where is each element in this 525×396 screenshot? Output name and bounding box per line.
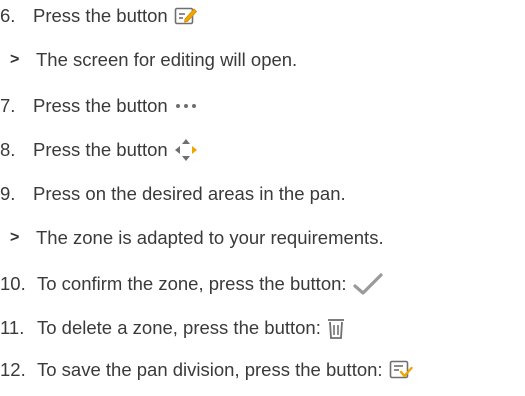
result-line: > The zone is adapted to your requiremen… — [0, 224, 384, 252]
save-division-icon — [389, 359, 413, 381]
checkmark-icon — [352, 273, 383, 295]
step-number: 11. — [0, 317, 25, 338]
step-number: 12. — [0, 359, 26, 380]
step-8: 8. Press the button — [0, 136, 198, 164]
step-12: 12. To save the pan division, press the … — [0, 356, 413, 384]
result-text: The zone is adapted to your requirements… — [36, 227, 384, 248]
step-10: 10. To confirm the zone, press the butto… — [0, 270, 383, 298]
step-text: Press the button — [33, 5, 168, 26]
step-9: 9. Press on the desired areas in the pan… — [0, 180, 346, 208]
result-marker: > — [10, 229, 20, 246]
more-dots-icon — [174, 101, 198, 111]
edit-icon — [174, 5, 198, 27]
step-text: Press the button — [33, 139, 168, 160]
result-text: The screen for editing will open. — [36, 49, 298, 70]
step-number: 7. — [0, 95, 16, 116]
step-text: To delete a zone, press the button: — [37, 317, 321, 338]
step-number: 8. — [0, 139, 16, 160]
step-number: 6. — [0, 5, 16, 26]
step-number: 10. — [0, 273, 26, 294]
step-7: 7. Press the button — [0, 92, 198, 120]
result-line: > The screen for editing will open. — [0, 46, 297, 74]
step-text: Press on the desired areas in the pan. — [33, 183, 346, 204]
move-arrows-icon — [174, 138, 198, 162]
step-text: To save the pan division, press the butt… — [37, 359, 383, 380]
trash-icon — [327, 317, 345, 339]
step-text: To confirm the zone, press the button: — [37, 273, 347, 294]
step-number: 9. — [0, 183, 16, 204]
result-marker: > — [10, 51, 20, 68]
step-text: Press the button — [33, 95, 168, 116]
step-11: 11. To delete a zone, press the button: — [0, 314, 345, 342]
step-6: 6. Press the button — [0, 2, 198, 30]
